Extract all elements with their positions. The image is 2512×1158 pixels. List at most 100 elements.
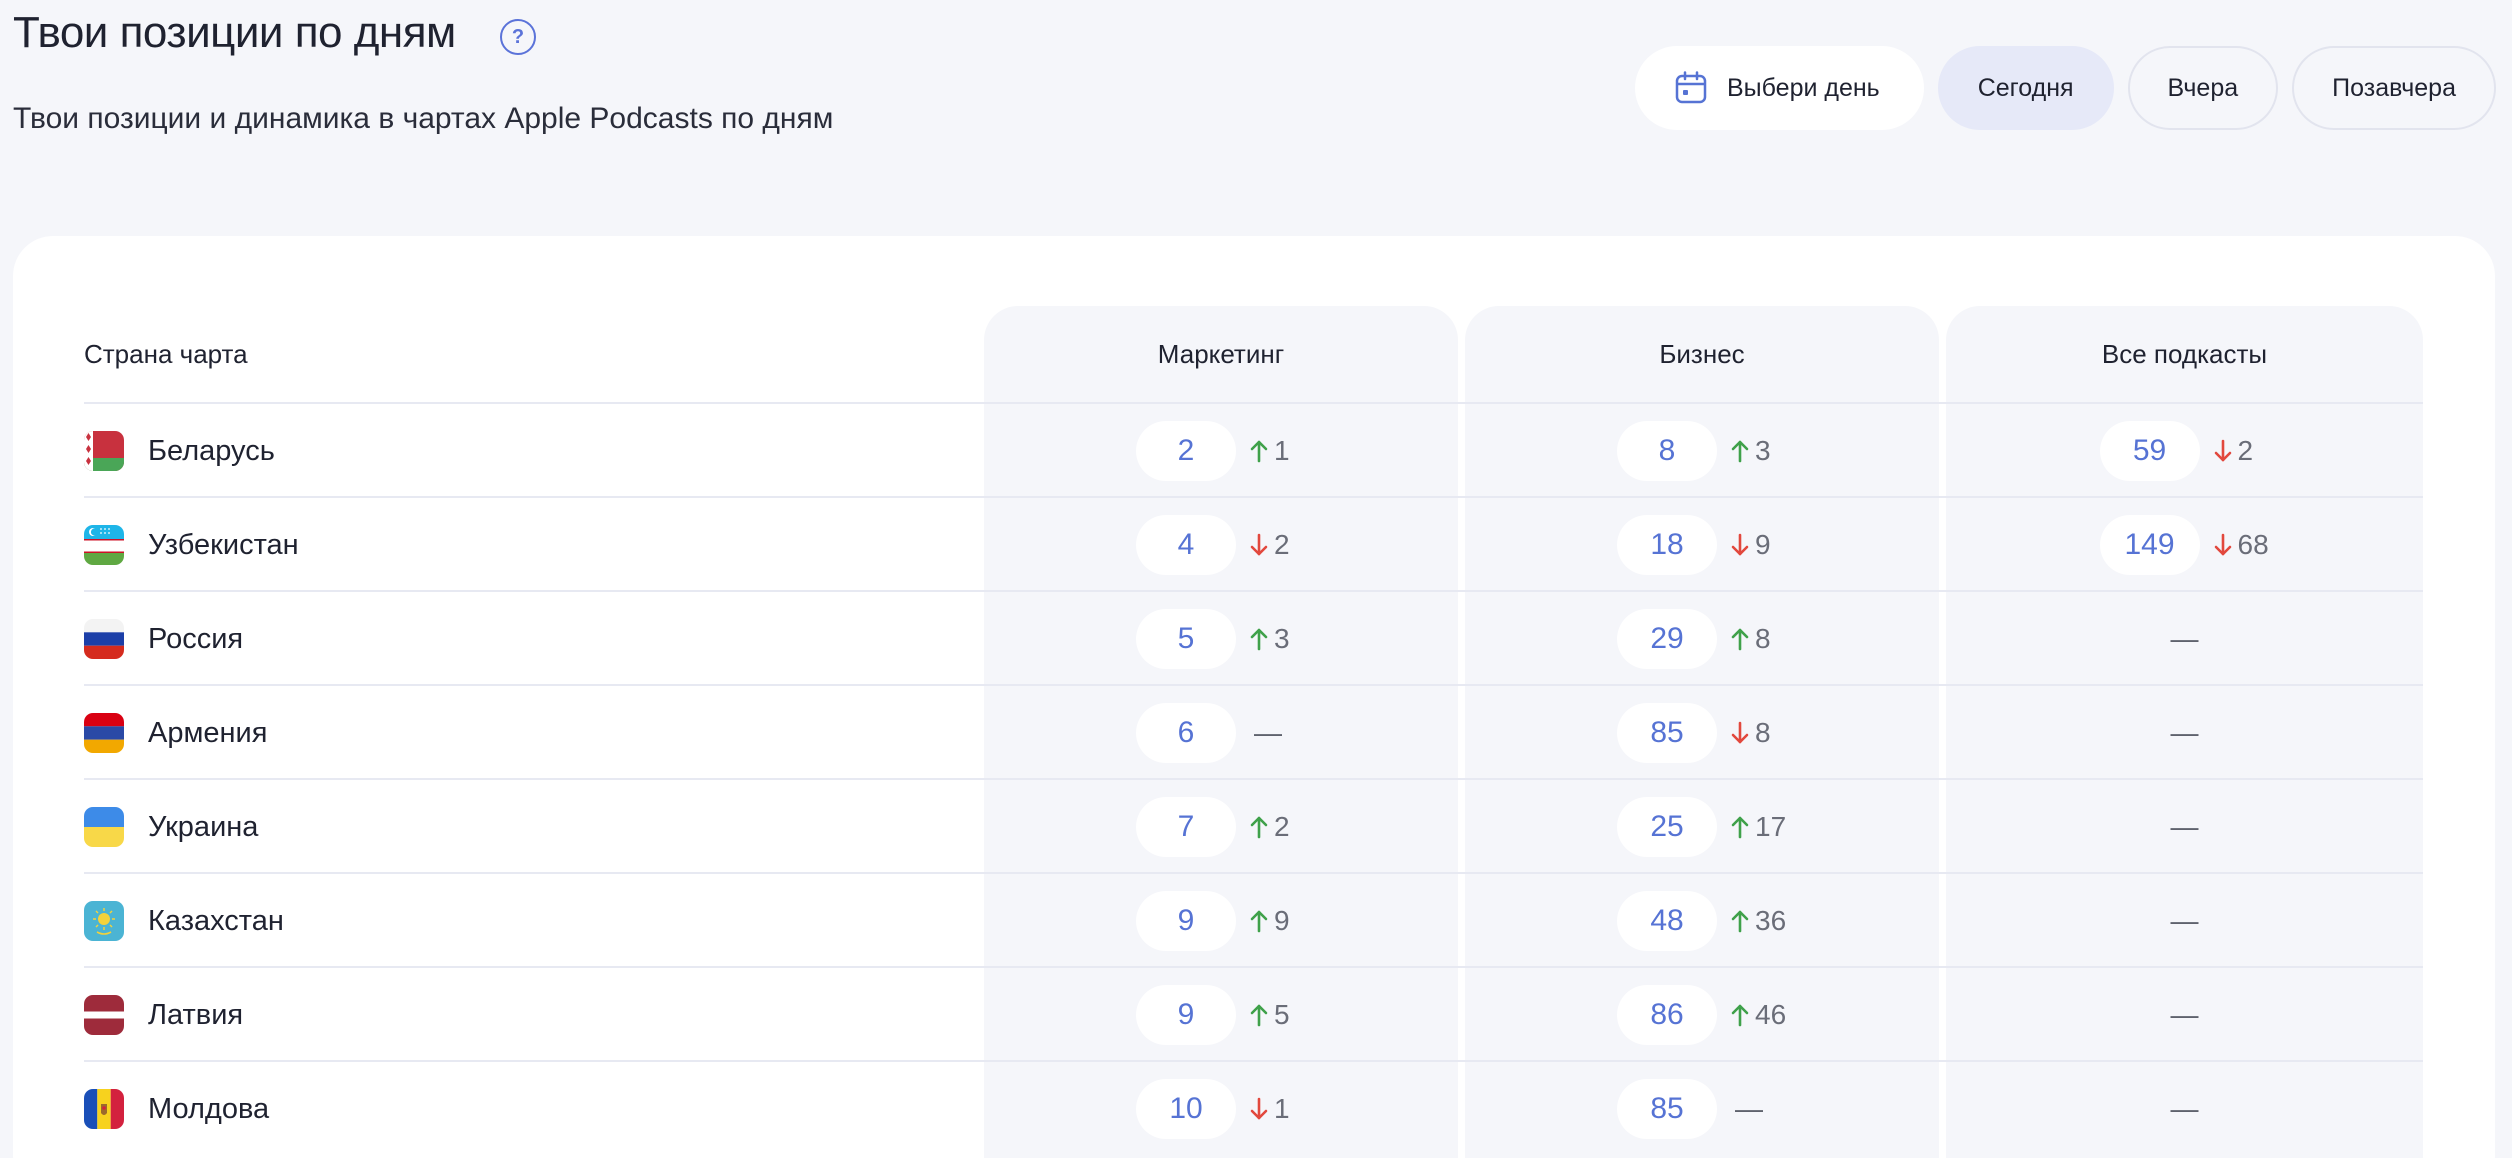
- column-header-marketing: Маркетинг: [1157, 338, 1285, 369]
- position-badge: 25: [1617, 797, 1717, 857]
- arrow-down-icon: [1731, 721, 1749, 744]
- empty-value-dash: —: [2170, 999, 2199, 1030]
- day-selector: Выбери день Сегодня Вчера Позавчера: [1634, 46, 2496, 130]
- country-name: Молдова: [148, 1092, 270, 1125]
- business-cell: 48 36: [1465, 874, 1939, 968]
- yesterday-button[interactable]: Вчера: [2127, 46, 2279, 130]
- flag-uz-icon: [84, 525, 124, 565]
- position-delta: 9: [1250, 905, 1306, 937]
- arrow-up-icon: [1731, 628, 1749, 651]
- delta-value: 46: [1755, 999, 1787, 1030]
- position-delta: —: [1250, 717, 1306, 749]
- arrow-up-icon: [1731, 440, 1749, 463]
- delta-value: 9: [1755, 529, 1771, 560]
- arrow-up-icon: [1731, 816, 1749, 839]
- position-badge: 29: [1617, 609, 1717, 669]
- business-cell: 18 9: [1465, 498, 1939, 592]
- arrow-up-icon: [1250, 440, 1268, 463]
- arrow-up-icon: [1250, 1004, 1268, 1027]
- business-cell: 29 8: [1465, 592, 1939, 686]
- delta-value: 8: [1755, 717, 1771, 748]
- delta-value: 1: [1274, 1093, 1290, 1124]
- position-badge: 7: [1136, 797, 1236, 857]
- all-cell: 59 2: [1946, 404, 2423, 498]
- all-cell: —: [1946, 1062, 2423, 1156]
- flag-md-icon: [84, 1089, 124, 1129]
- arrow-down-icon: [2214, 439, 2231, 462]
- business-cell: 25 17: [1465, 780, 1939, 874]
- delta-value: 2: [2237, 435, 2254, 466]
- country-name: Латвия: [148, 998, 244, 1031]
- position-delta: 8: [1731, 623, 1787, 655]
- pick-day-button[interactable]: Выбери день: [1634, 46, 1924, 130]
- business-cell: 83: [1465, 404, 1939, 498]
- position-badge: 48: [1617, 891, 1717, 951]
- marketing-cell: 42: [984, 498, 1458, 592]
- arrow-up-icon: [1731, 910, 1749, 933]
- country-name: Армения: [148, 716, 268, 749]
- delta-value: 5: [1274, 999, 1290, 1030]
- delta-value: 2: [1274, 811, 1290, 842]
- position-delta: 8: [1731, 717, 1787, 749]
- position-delta: 36: [1731, 905, 1787, 937]
- position-delta: 9: [1731, 529, 1787, 561]
- position-delta: 2: [1250, 811, 1306, 843]
- delta-value: 3: [1274, 623, 1290, 654]
- delta-value: 1: [1274, 435, 1290, 466]
- position-badge: 59: [2099, 421, 2200, 481]
- delta-value: 17: [1755, 811, 1787, 842]
- country-name: Узбекистан: [148, 528, 299, 561]
- position-delta: 2: [1250, 529, 1306, 561]
- delta-value: 3: [1755, 435, 1771, 466]
- table-row: Украина 7 2 25 17—: [84, 778, 2423, 872]
- table-row: Беларусь 2 1 8 3 59 2: [84, 402, 2423, 496]
- arrow-down-icon: [1250, 533, 1268, 556]
- delta-value: 68: [2237, 529, 2269, 560]
- business-cell: 86 46: [1465, 968, 1939, 1062]
- arrow-up-icon: [1250, 910, 1268, 933]
- business-cell: 85 —: [1465, 1062, 1939, 1156]
- today-button[interactable]: Сегодня: [1937, 46, 2114, 130]
- all-cell: —: [1946, 592, 2423, 686]
- position-badge: 18: [1617, 515, 1717, 575]
- arrow-down-icon: [1250, 1097, 1268, 1120]
- help-icon[interactable]: ?: [500, 19, 536, 55]
- position-delta: 1: [1250, 1093, 1306, 1125]
- marketing-cell: 6—: [984, 686, 1458, 780]
- empty-value-dash: —: [2170, 811, 2199, 842]
- day-before-yesterday-button[interactable]: Позавчера: [2292, 46, 2496, 130]
- position-delta: 1: [1250, 435, 1306, 467]
- flag-kz-icon: [84, 901, 124, 941]
- empty-value-dash: —: [2170, 623, 2199, 654]
- table-body: Беларусь 2 1 8 3 59 2 Узбекистан 4 2 18 9 149 68 Росси…: [84, 402, 2423, 1154]
- position-badge: 6: [1136, 703, 1236, 763]
- delta-value: 2: [1274, 529, 1290, 560]
- arrow-up-icon: [1250, 816, 1268, 839]
- position-badge: 9: [1136, 985, 1236, 1045]
- marketing-cell: 72: [984, 780, 1458, 874]
- table-row: Узбекистан 4 2 18 9 149 68: [84, 496, 2423, 590]
- flag-lv-icon: [84, 995, 124, 1035]
- position-badge: 5: [1136, 609, 1236, 669]
- position-badge: 9: [1136, 891, 1236, 951]
- position-badge: 2: [1136, 421, 1236, 481]
- arrow-up-icon: [1731, 1004, 1749, 1027]
- country-name: Казахстан: [148, 904, 284, 937]
- delta-value: 8: [1755, 623, 1771, 654]
- delta-value: 36: [1755, 905, 1787, 936]
- empty-value-dash: —: [2170, 1093, 2199, 1124]
- all-cell: —: [1946, 874, 2423, 968]
- empty-value-dash: —: [2170, 905, 2199, 936]
- arrow-down-icon: [1731, 533, 1749, 556]
- position-badge: 86: [1617, 985, 1717, 1045]
- table-row: Армения 6—85 8—: [84, 684, 2423, 778]
- empty-value-dash: —: [2170, 717, 2199, 748]
- no-change-dash: —: [1254, 717, 1282, 748]
- position-badge: 4: [1136, 515, 1236, 575]
- position-badge: 8: [1617, 421, 1717, 481]
- country-name: Украина: [148, 810, 259, 843]
- marketing-cell: 10 1: [984, 1062, 1458, 1156]
- all-cell: 149 68: [1946, 498, 2423, 592]
- table-row: Россия 5 3 29 8—: [84, 590, 2423, 684]
- pick-day-label: Выбери день: [1726, 73, 1880, 102]
